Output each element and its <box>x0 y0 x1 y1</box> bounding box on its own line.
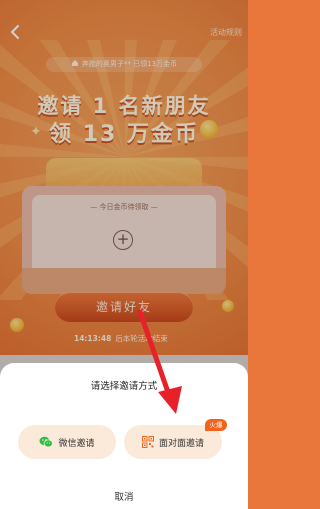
wechat-invite-label: 微信邀请 <box>58 438 95 449</box>
face-to-face-invite-label: 面对面邀请 <box>158 438 204 449</box>
sheet-title: 请选择邀请方式 <box>90 381 158 392</box>
hot-badge: 火爆 <box>205 419 227 431</box>
invite-page: ✦ ✦ 活动规则 奔跑的奥男子** 已领13万金币 邀请 1 名新朋友 领 13… <box>0 0 248 509</box>
qr-code-icon <box>141 436 154 448</box>
wechat-icon <box>39 436 54 448</box>
cancel-button[interactable]: 取消 <box>0 489 248 503</box>
wechat-invite-button[interactable]: 微信邀请 <box>18 425 116 459</box>
